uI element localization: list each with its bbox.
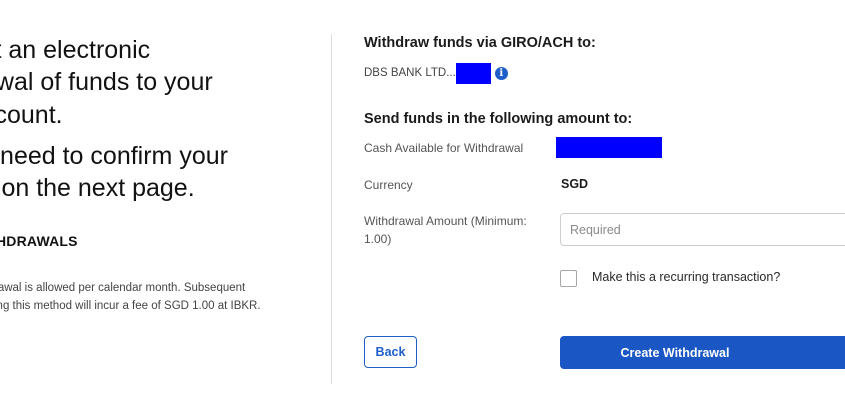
fee-note-line-1: rawal is allowed per calendar month. Sub…: [0, 282, 246, 294]
withdrawal-amount-label: Withdrawal Amount (Minimum: 1.00): [364, 214, 527, 246]
currency-value: SGD: [561, 177, 589, 191]
bank-name: DBS BANK LTD...: [364, 67, 456, 79]
bank-account-row: DBS BANK LTD... i: [364, 62, 508, 84]
withdrawal-amount-input[interactable]: [560, 213, 845, 246]
fee-note-line-2: ing this method will incur a fee of SGD …: [0, 300, 261, 312]
back-button[interactable]: Back: [364, 336, 417, 368]
cash-available-label: Cash Available for Withdrawal: [364, 141, 524, 155]
withdrawal-fee-note: rawal is allowed per calendar month. Sub…: [0, 279, 261, 315]
redacted-account-number: [455, 62, 491, 84]
confirm-heading-line-2: y on the next page.: [0, 174, 195, 202]
info-panel: st an electronic awal of funds to your c…: [0, 0, 330, 411]
withdrawals-section-heading: HDRAWALS: [0, 233, 78, 249]
currency-label: Currency: [364, 178, 413, 192]
intro-heading-line-3: ccount.: [0, 101, 63, 129]
recurring-checkbox[interactable]: [560, 270, 577, 287]
redacted-cash-available: [556, 137, 662, 158]
column-divider: [331, 34, 332, 384]
create-withdrawal-button[interactable]: Create Withdrawal: [560, 336, 845, 369]
withdraw-method-title: Withdraw funds via GIRO/ACH to:: [364, 35, 596, 51]
recurring-label[interactable]: Make this a recurring transaction?: [592, 270, 780, 284]
intro-heading-line-1: st an electronic: [0, 36, 151, 64]
info-icon[interactable]: i: [494, 66, 508, 80]
amount-section-title: Send funds in the following amount to:: [364, 111, 633, 127]
confirm-heading-line-1: ll need to confirm your: [0, 142, 228, 170]
intro-heading-line-2: awal of funds to your: [0, 68, 213, 96]
